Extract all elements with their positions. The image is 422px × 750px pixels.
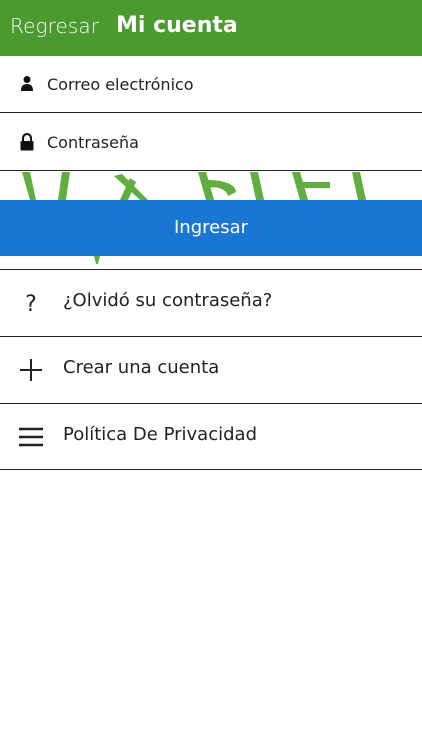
create-account-label: Crear una cuenta [63, 357, 220, 378]
password-field-row [0, 114, 422, 171]
plus-icon [20, 359, 42, 381]
email-input[interactable] [47, 70, 407, 98]
background-logo-fragment-bottom [94, 256, 100, 264]
back-button[interactable]: Regresar [10, 14, 99, 38]
question-icon: ? [25, 292, 37, 316]
forgot-password-item[interactable]: ? ¿Olvidó su contraseña? [0, 269, 422, 335]
email-field-row [0, 56, 422, 113]
background-logo-fragment [0, 172, 422, 200]
create-account-item[interactable]: Crear una cuenta [0, 336, 422, 402]
svg-text:?: ? [25, 292, 37, 316]
privacy-policy-item[interactable]: Política De Privacidad [0, 403, 422, 469]
login-button[interactable]: Ingresar [0, 200, 422, 256]
menu-icon [19, 427, 43, 447]
user-icon [21, 76, 33, 91]
menu-divider [0, 469, 422, 470]
account-screen: Regresar Mi cuenta Ingresar [0, 0, 422, 750]
forgot-password-label: ¿Olvidó su contraseña? [63, 290, 273, 311]
privacy-policy-label: Política De Privacidad [63, 424, 257, 445]
top-bar: Regresar Mi cuenta [0, 0, 422, 56]
lock-icon [20, 133, 34, 151]
password-input[interactable] [47, 128, 407, 156]
page-title: Mi cuenta [116, 13, 238, 38]
